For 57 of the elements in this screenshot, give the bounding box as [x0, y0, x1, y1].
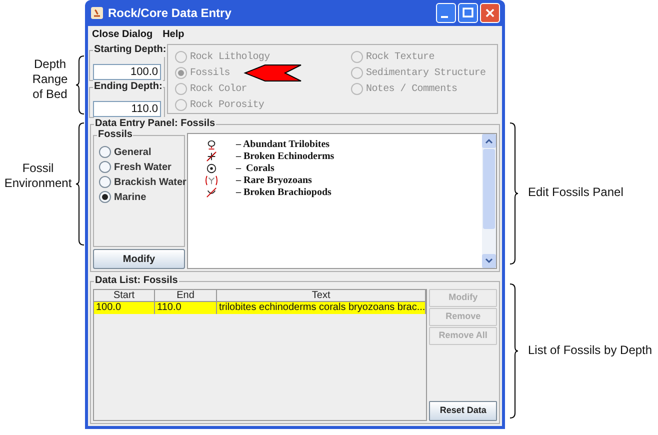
- option-label: Rock Texture: [366, 50, 434, 64]
- radio-label: Fresh Water: [114, 160, 172, 174]
- annotation-label: Edit Fossils Panel: [528, 185, 624, 200]
- scroll-up-icon: [482, 134, 496, 148]
- scroll-down-icon: [482, 254, 496, 268]
- table-cell: 100.0: [94, 302, 155, 314]
- depth-field[interactable]: 110.0: [93, 101, 161, 118]
- option-label: Rock Color: [190, 82, 248, 96]
- scrollbar[interactable]: [482, 134, 496, 268]
- group-title: Ending Depth:: [93, 80, 164, 94]
- radio-button[interactable]: [99, 191, 111, 203]
- curly-brace: [76, 55, 85, 115]
- fossil-symbol-icon: [206, 138, 216, 150]
- radio-button[interactable]: [99, 146, 111, 158]
- table-cell: 110.0: [155, 302, 217, 314]
- column-header[interactable]: Text: [217, 290, 426, 302]
- column-header[interactable]: Start: [94, 290, 155, 302]
- list-button[interactable]: Reset Data: [429, 401, 497, 421]
- option-label: Sedimentary Structure: [366, 66, 486, 80]
- arrow-icon: [242, 64, 303, 82]
- group-title: Data Entry Panel: Fossils: [94, 117, 216, 131]
- fossil-entry: – Broken Echinoderms: [236, 150, 334, 164]
- option-label: Fossils: [190, 66, 230, 80]
- option-label: Rock Porosity: [190, 98, 264, 112]
- option-label: Notes / Comments: [366, 82, 458, 96]
- depth-field[interactable]: 100.0: [93, 64, 161, 80]
- window-title: Rock/Core Data Entry: [108, 5, 232, 22]
- menu-item[interactable]: Help: [162, 26, 184, 42]
- radio-label: Marine: [114, 190, 146, 204]
- minimize-icon: [440, 16, 448, 18]
- column-header[interactable]: End: [155, 290, 217, 302]
- close-button[interactable]: [480, 3, 500, 23]
- fossil-symbol-icon: [206, 150, 216, 162]
- fossil-entry: – Broken Brachiopods: [236, 186, 332, 200]
- radio-label: Brackish Water: [114, 176, 186, 190]
- minimize-button[interactable]: [436, 3, 456, 23]
- fossil-symbol-icon: [206, 186, 216, 198]
- modify-button[interactable]: Modify: [93, 249, 185, 269]
- group-title: Starting Depth:: [93, 43, 168, 57]
- annotation-label: Fossil Environment: [3, 161, 73, 191]
- fossil-entry: – Abundant Trilobites: [236, 138, 330, 152]
- scroll-thumb[interactable]: [483, 149, 495, 229]
- annotation-label: Depth Range of Bed: [31, 57, 69, 102]
- fossil-symbol-icon: [206, 162, 216, 174]
- radio-label: General: [114, 146, 152, 160]
- menu-item[interactable]: Close Dialog: [92, 26, 153, 42]
- table-cell: trilobites echinoderms corals bryozoans brac...: [217, 302, 426, 314]
- radio-button[interactable]: [99, 176, 111, 188]
- maximize-button[interactable]: [458, 3, 478, 23]
- radio-button[interactable]: [99, 161, 111, 173]
- fossil-entry: – Rare Bryozoans: [236, 174, 312, 188]
- annotation-label: List of Fossils by Depth: [528, 343, 652, 358]
- option-label: Rock Lithology: [190, 50, 270, 64]
- fossil-symbol-icon: [204, 174, 218, 186]
- fossil-entry: – Corals: [236, 162, 274, 176]
- table-row[interactable]: 100.0 110.0 trilobites echinoderms corals bryozoans brac...: [94, 302, 426, 314]
- app-icon: [90, 6, 104, 20]
